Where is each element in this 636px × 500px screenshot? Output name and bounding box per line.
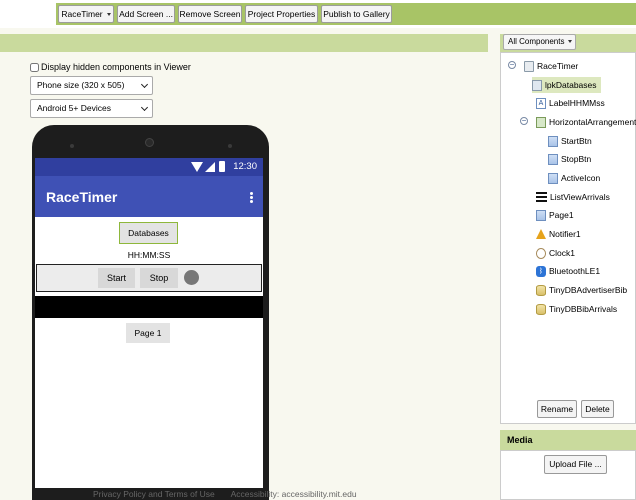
phone-sensor-dot [70,144,74,148]
phone-camera [145,138,154,147]
upload-file-button[interactable]: Upload File ... [544,455,607,474]
delete-button[interactable]: Delete [581,400,614,418]
rename-button[interactable]: Rename [537,400,577,418]
app-title: RaceTimer [46,189,118,205]
device-value: Android 5+ Devices [37,103,111,113]
horizontal-arrangement[interactable]: Start Stop [36,264,262,292]
tree-node-label: TinyDBBibArrivals [549,304,618,314]
status-bar: 12:30 [35,158,263,176]
tree-node-notifier1[interactable]: Notifier1 [536,226,581,242]
all-components-dropdown[interactable]: All Components [503,34,576,50]
tinydb-icon [536,303,546,315]
tree-node-tinydbadvertiserbib[interactable]: TinyDBAdvertiserBib [536,282,627,298]
tree-node-activeicon[interactable]: ActiveIcon [548,170,600,186]
status-time: 12:30 [233,161,257,172]
battery-icon [219,161,225,172]
button-icon [548,135,558,147]
chevron-down-icon [140,103,149,112]
tree-node-label: RaceTimer [537,61,579,71]
remove-screen-button[interactable]: Remove Screen [178,5,242,23]
caret-down-icon [106,13,111,17]
databases-button[interactable]: Databases [119,222,178,244]
project-dropdown-label: RaceTimer [61,9,103,19]
tree-node-horizontalarrangement1[interactable]: HorizontalArrangement1 [536,114,636,130]
wifi-icon [191,162,203,172]
collapse-toggle-icon[interactable]: − [508,61,516,69]
notifier-icon [536,229,546,239]
phone-sensor-dot [228,144,232,148]
stop-button[interactable]: Stop [140,268,178,288]
tree-node-bluetoothle1[interactable]: ᛒ BluetoothLE1 [536,263,600,279]
tree-node-label: ListViewArrivals [550,192,610,202]
tree-node-racetimer[interactable]: RaceTimer [524,58,578,74]
arrivals-listview[interactable] [35,296,263,318]
overflow-menu-icon[interactable] [250,192,253,203]
clock-icon [536,247,546,259]
signal-icon [205,162,215,172]
time-label: HH:MM:SS [127,250,171,260]
tree-node-label: Page1 [549,210,574,220]
button-icon [536,209,546,221]
tree-node-label: Clock1 [549,248,575,258]
privacy-link[interactable]: Privacy Policy and Terms of Use [93,489,215,499]
tree-node-label: Notifier1 [549,229,581,239]
tree-node-label: HorizontalArrangement1 [549,117,636,127]
phone-screen: 12:30 RaceTimer Databases HH:MM:SS Start… [35,158,263,488]
chevron-down-icon [140,80,149,89]
button-icon [548,153,558,165]
horizontal-arrangement-icon [536,116,546,128]
screen-icon [524,60,534,72]
start-button[interactable]: Start [98,268,135,288]
accessibility-link[interactable]: Accessibility: accessibility.mit.edu [231,489,357,499]
phone-size-select[interactable]: Phone size (320 x 505) [30,76,153,95]
display-hidden-components-checkbox[interactable] [30,62,39,72]
tree-node-label: TinyDBAdvertiserBib [549,285,628,295]
label-icon: A [536,97,546,109]
tree-node-label: ActiveIcon [561,173,601,183]
media-header: Media [500,430,636,450]
listpicker-icon [532,79,542,91]
display-hidden-components-row[interactable]: Display hidden components in Viewer [30,62,191,72]
phone-size-value: Phone size (320 x 505) [37,80,125,90]
tinydb-icon [536,284,546,296]
page1-button[interactable]: Page 1 [126,323,170,343]
tree-node-lpkdatabases[interactable]: lpkDatabases [532,77,601,93]
app-bar: RaceTimer [35,176,263,217]
footer: Privacy Policy and Terms of Use Accessib… [93,489,371,499]
viewer-header-strip [0,34,488,52]
tree-node-labelhhmmss[interactable]: A LabelHHMMss [536,95,605,111]
tree-node-label: lpkDatabases [545,80,597,90]
tree-node-startbtn[interactable]: StartBtn [548,133,592,149]
tree-node-label: BluetoothLE1 [549,266,601,276]
bluetooth-icon: ᛒ [536,265,546,277]
tree-node-stopbtn[interactable]: StopBtn [548,151,591,167]
tree-node-label: StopBtn [561,154,592,164]
tree-node-listviewarrivals[interactable]: ListViewArrivals [536,189,610,205]
all-components-label: All Components [508,37,565,46]
tree-node-page1[interactable]: Page1 [536,207,574,223]
project-properties-button[interactable]: Project Properties [245,5,318,23]
caret-down-icon [568,40,573,44]
add-screen-button[interactable]: Add Screen ... [117,5,175,23]
project-dropdown-button[interactable]: RaceTimer [58,5,114,23]
button-icon [548,172,558,184]
collapse-toggle-icon[interactable]: − [520,117,528,125]
tree-node-label: StartBtn [561,136,592,146]
display-hidden-components-label: Display hidden components in Viewer [41,62,191,72]
device-select[interactable]: Android 5+ Devices [30,99,153,118]
tree-node-clock1[interactable]: Clock1 [536,245,575,261]
tree-node-tinydbbibarrivals[interactable]: TinyDBBibArrivals [536,301,617,317]
tree-node-label: LabelHHMMss [549,98,605,108]
active-indicator-icon[interactable] [184,270,199,285]
listview-icon [536,192,547,202]
publish-to-gallery-button[interactable]: Publish to Gallery [321,5,392,23]
